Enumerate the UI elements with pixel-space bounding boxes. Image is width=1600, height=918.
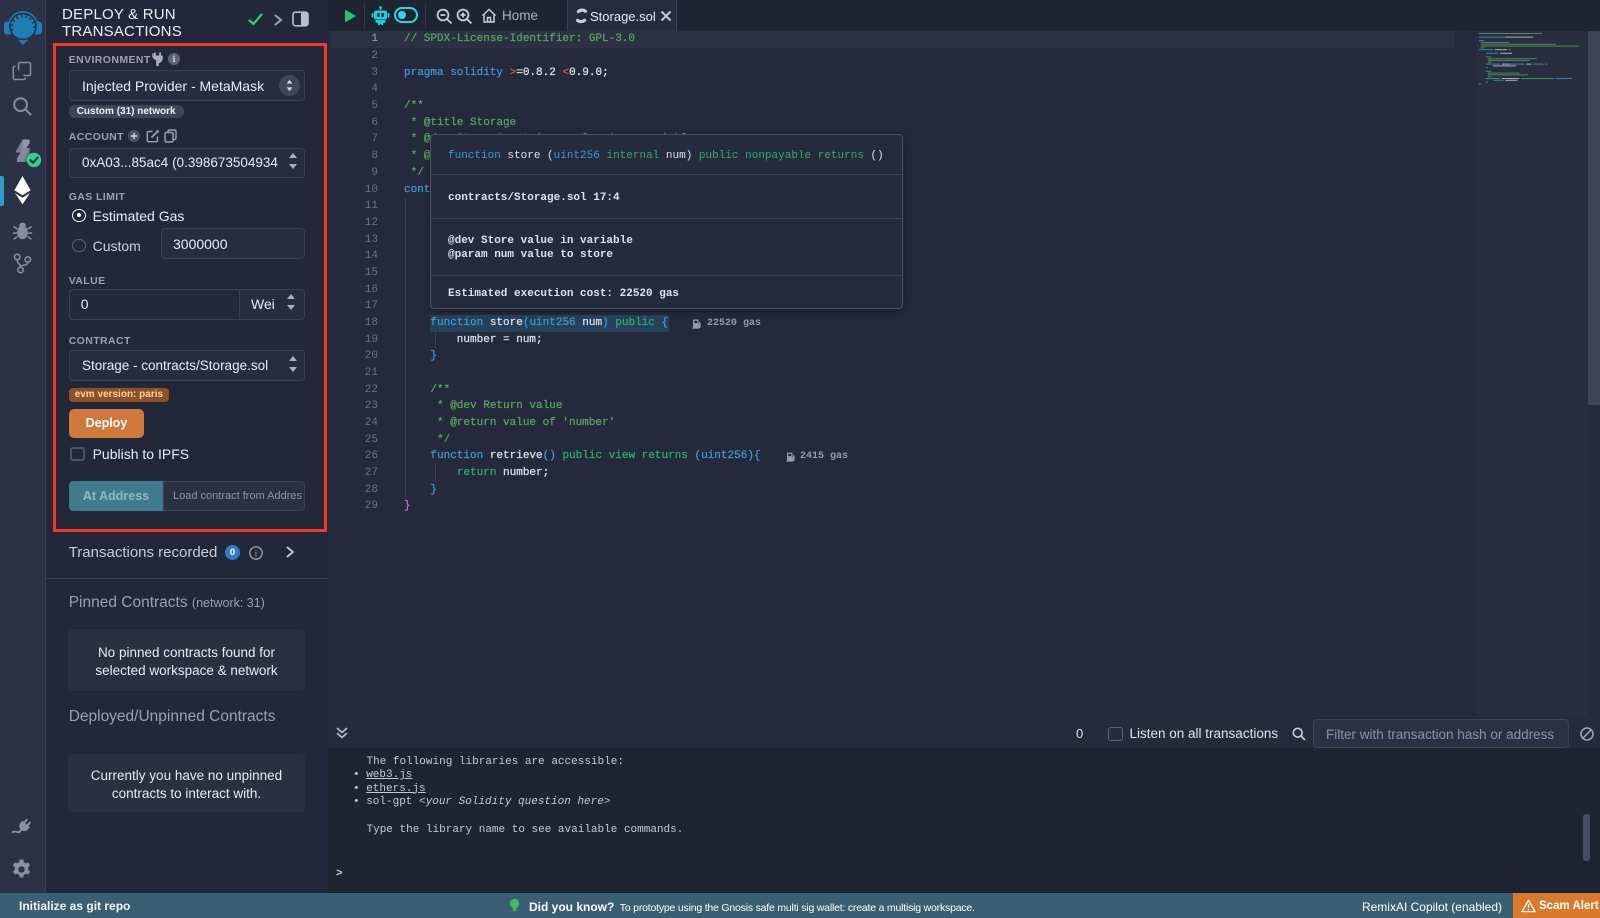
svg-text:i: i <box>255 549 258 559</box>
